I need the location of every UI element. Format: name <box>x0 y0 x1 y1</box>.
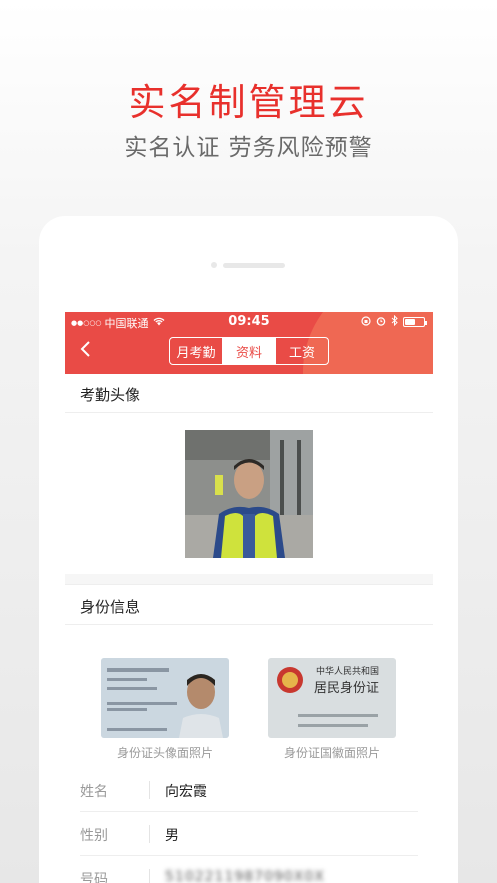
alarm-icon <box>376 316 386 329</box>
gender-value: 男 <box>165 828 179 844</box>
id-back-caption: 身份证国徽面照片 <box>283 746 380 760</box>
status-bar: ●●○○○ 中国联通 09:45 <box>65 312 433 332</box>
id-card-front-photo[interactable] <box>101 658 229 738</box>
id-card-back-photo[interactable]: 中华人民共和国 居民身份证 <box>268 658 396 738</box>
id-front-caption: 身份证头像面照片 <box>116 746 213 760</box>
id-back-heading-2: 居民身份证 <box>314 680 379 696</box>
back-chevron-icon[interactable] <box>79 341 93 357</box>
info-row-name: 姓名 向宏霞 <box>80 768 418 812</box>
id-number-label: 号码 <box>80 872 108 883</box>
name-label: 姓名 <box>80 784 108 800</box>
promo-subtitle: 实名认证 劳务风险预警 <box>124 135 373 161</box>
section-gap <box>65 574 433 584</box>
name-value: 向宏霞 <box>165 784 207 800</box>
speaker-grille <box>223 263 285 268</box>
row-separator <box>149 781 150 799</box>
id-info-title: 身份信息 <box>80 598 141 616</box>
tab-monthly-attendance[interactable]: 月考勤 <box>170 338 222 364</box>
row-separator <box>149 869 150 883</box>
gender-label: 性别 <box>80 828 108 844</box>
row-separator <box>149 825 150 843</box>
app-header: ●●○○○ 中国联通 09:45 月考勤 资料 工资 <box>65 312 433 374</box>
attendance-avatar-photo[interactable] <box>185 430 313 558</box>
info-row-id-number: 号码 5102211987090X0X <box>80 856 418 883</box>
phone-frame: ●●○○○ 中国联通 09:45 月考勤 资料 工资 考勤头像 身份信息 身份证… <box>39 216 458 883</box>
tab-profile[interactable]: 资料 <box>222 338 275 364</box>
battery-icon <box>403 317 427 327</box>
battery-level <box>405 319 415 325</box>
promo-title: 实名制管理云 <box>128 81 369 124</box>
bluetooth-icon <box>391 314 398 329</box>
camera-icon <box>211 262 217 268</box>
section-divider <box>65 584 433 585</box>
info-row-gender: 性别 男 <box>80 812 418 856</box>
section-divider <box>65 624 433 625</box>
segmented-tabs: 月考勤 资料 工资 <box>169 337 329 365</box>
id-number-value: 5102211987090X0X <box>165 869 325 883</box>
section-divider <box>65 412 433 413</box>
tab-salary[interactable]: 工资 <box>275 338 328 364</box>
attendance-photo-title: 考勤头像 <box>80 386 141 404</box>
orientation-lock-icon <box>361 315 371 329</box>
app-screen: ●●○○○ 中国联通 09:45 月考勤 资料 工资 考勤头像 身份信息 身份证… <box>65 312 433 883</box>
id-back-heading-1: 中华人民共和国 <box>316 665 379 677</box>
